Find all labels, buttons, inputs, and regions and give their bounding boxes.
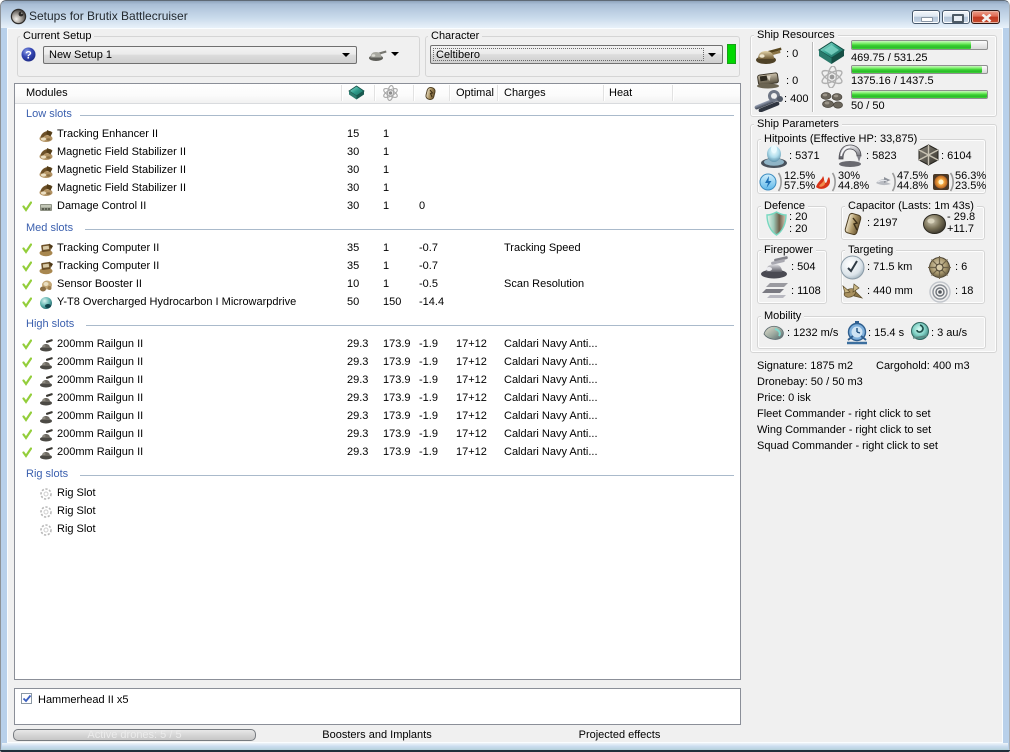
svg-text:?: ? — [25, 50, 32, 62]
